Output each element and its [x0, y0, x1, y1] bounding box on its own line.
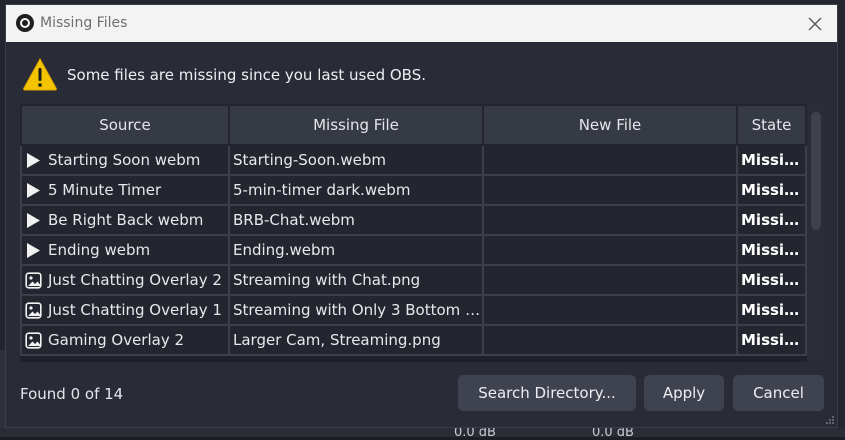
cancel-button[interactable]: Cancel [733, 375, 824, 411]
play-icon [25, 152, 42, 169]
source-cell-content: Starting Soon webm [25, 151, 227, 169]
close-icon [808, 17, 822, 30]
source-name: Just Chatting Overlay 2 [48, 271, 222, 289]
missing-file-cell[interactable]: Starting-Soon.webm [228, 144, 484, 176]
resize-grip-icon[interactable] [825, 415, 835, 425]
warning-icon [23, 57, 57, 91]
table-row[interactable]: Ending webm Ending.webm Missing [20, 234, 807, 266]
new-file-cell[interactable] [482, 144, 738, 176]
missing-file-cell[interactable]: Ending.webm [228, 234, 484, 266]
source-cell[interactable]: Gaming Overlay 2 [20, 324, 230, 356]
table-row[interactable]: Just Chatting Overlay 2 Streaming with Ch… [20, 264, 807, 296]
state-cell: Missing [736, 324, 807, 356]
table-row[interactable]: Starting Soon webm Starting-Soon.webm Miss… [20, 144, 807, 176]
table-scrollbar[interactable] [807, 104, 825, 362]
new-file-cell[interactable] [482, 264, 738, 296]
table-header-row: Source Missing File New File State [20, 104, 807, 146]
missing-file-cell[interactable]: Streaming with Only 3 Bottom Slots.png [228, 294, 484, 326]
missing-file-cell[interactable]: Larger Cam, Streaming.png [228, 324, 484, 356]
missing-file-cell[interactable]: BRB-Chat.webm [228, 204, 484, 236]
apply-button[interactable]: Apply [644, 375, 724, 411]
source-cell-content: 5 Minute Timer [25, 181, 227, 199]
table-row[interactable]: Be Right Back webm BRB-Chat.webm Missing [20, 204, 807, 236]
new-file-cell[interactable] [482, 174, 738, 206]
table-row[interactable]: 5 Minute Timer 5-min-timer dark.webm Missi… [20, 174, 807, 206]
state-cell: Missing [736, 144, 807, 176]
source-name: Gaming Overlay 2 [48, 331, 185, 349]
image-icon [25, 271, 42, 289]
new-file-cell[interactable] [482, 234, 738, 266]
column-header-state[interactable]: State [736, 104, 807, 146]
source-cell[interactable]: Just Chatting Overlay 2 [20, 264, 230, 296]
title-bar: Missing Files [6, 5, 837, 42]
state-cell: Missing [736, 294, 807, 326]
table-row[interactable]: Just Chatting Overlay 1 Streaming with On… [20, 294, 807, 326]
play-icon [25, 182, 42, 199]
new-file-cell[interactable] [482, 324, 738, 356]
state-cell: Missing [736, 234, 807, 266]
new-file-cell[interactable] [482, 294, 738, 326]
source-cell[interactable]: Be Right Back webm [20, 204, 230, 236]
window-title: Missing Files [40, 15, 128, 31]
source-name: Be Right Back webm [48, 211, 204, 229]
column-header-source[interactable]: Source [20, 104, 230, 146]
source-cell-content: Just Chatting Overlay 2 [25, 271, 227, 289]
obs-logo-icon [16, 14, 34, 32]
scrollbar-thumb[interactable] [811, 112, 821, 230]
table-row[interactable]: Gaming Overlay 2 Larger Cam, Streaming.pn… [20, 324, 807, 356]
source-cell-content: Ending webm [25, 241, 227, 259]
missing-files-message: Some files are missing since you last us… [67, 66, 426, 84]
image-icon [25, 331, 42, 349]
state-cell: Missing [736, 264, 807, 296]
source-name: 5 Minute Timer [48, 181, 162, 199]
image-icon [25, 301, 42, 319]
source-cell[interactable]: Just Chatting Overlay 1 [20, 294, 230, 326]
missing-file-cell[interactable]: 5-min-timer dark.webm [228, 174, 484, 206]
source-name: Starting Soon webm [48, 151, 201, 169]
source-name: Just Chatting Overlay 1 [48, 301, 222, 319]
close-button[interactable] [793, 5, 837, 42]
column-header-missing-file[interactable]: Missing File [228, 104, 484, 146]
column-header-new-file[interactable]: New File [482, 104, 738, 146]
source-cell-content: Be Right Back webm [25, 211, 227, 229]
search-directory-button[interactable]: Search Directory... [458, 375, 636, 411]
source-cell[interactable]: Starting Soon webm [20, 144, 230, 176]
new-file-cell[interactable] [482, 204, 738, 236]
source-cell[interactable]: Ending webm [20, 234, 230, 266]
background-mixer-strip [0, 428, 845, 437]
play-icon [25, 242, 42, 259]
state-cell: Missing [736, 204, 807, 236]
source-cell-content: Gaming Overlay 2 [25, 331, 227, 349]
missing-files-dialog: Missing Files Some files are missing sin… [5, 4, 838, 428]
missing-file-cell[interactable]: Streaming with Chat.png [228, 264, 484, 296]
missing-files-table: Source Missing File New File State Start… [20, 104, 825, 362]
found-count: Found 0 of 14 [20, 385, 124, 403]
source-cell[interactable]: 5 Minute Timer [20, 174, 230, 206]
source-cell-content: Just Chatting Overlay 1 [25, 301, 227, 319]
state-cell: Missing [736, 174, 807, 206]
source-name: Ending webm [48, 241, 151, 259]
play-icon [25, 212, 42, 229]
